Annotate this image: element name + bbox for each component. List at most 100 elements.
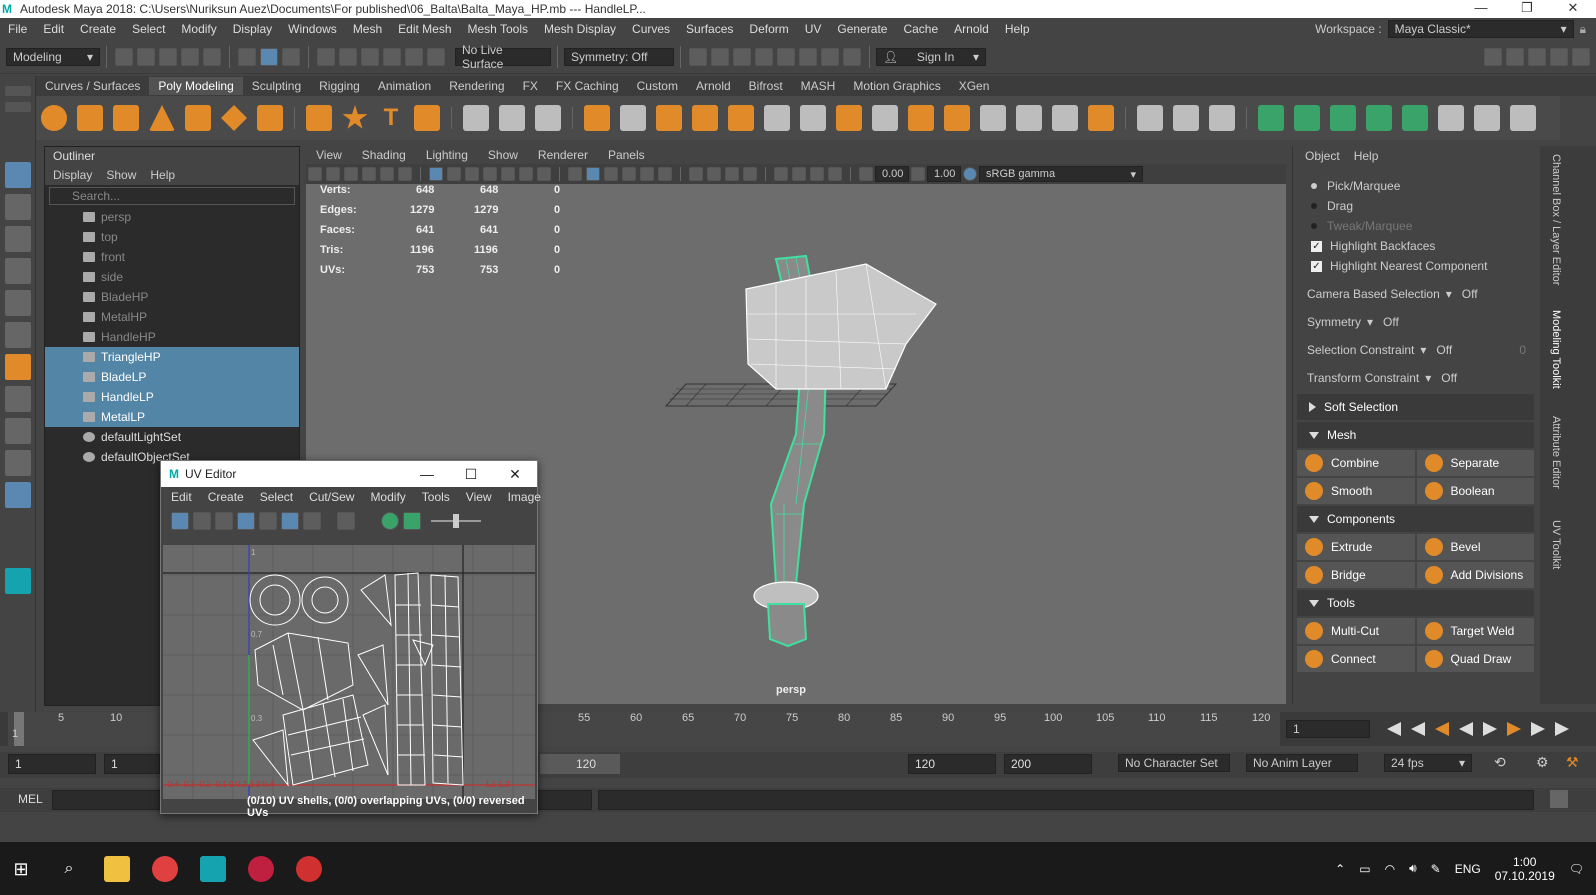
shelf-menu-icon[interactable] [5,86,31,96]
undo-icon[interactable] [181,47,199,66]
shadows-icon[interactable] [689,167,703,181]
combine-button[interactable]: Combine [1297,450,1415,476]
mel-label[interactable]: MEL [18,792,43,806]
radio-drag[interactable]: Drag [1293,196,1538,216]
outliner-item-metalhp[interactable]: MetalHP [45,307,299,327]
anim-prefs-icon[interactable]: ⚒︎ [1566,754,1579,771]
radio-pick-marquee[interactable]: Pick/Marquee [1293,176,1538,196]
poly-torus-icon[interactable] [185,105,211,131]
uv-grid-display-icon[interactable] [237,512,255,530]
hypershade-icon[interactable] [777,47,795,66]
extract-icon[interactable] [656,105,682,131]
battery-icon[interactable]: ▭ [1359,862,1370,876]
poly-cylinder-icon[interactable] [113,105,139,131]
tab-custom[interactable]: Custom [628,77,687,95]
setting-symmetry[interactable]: Symmetry ▾ Off [1293,308,1538,336]
mode-dropdown[interactable]: Modeling ▾ [6,47,100,66]
unfold-uv-icon[interactable] [1510,105,1536,131]
outliner-item-bladelp[interactable]: BladeLP [45,367,299,387]
platonic-solid-icon[interactable] [306,105,332,131]
menu-modify[interactable]: Modify [173,22,224,36]
fps-dropdown[interactable]: 24 fps ▾ [1384,754,1472,772]
show-hide-attribute-editor-icon[interactable] [1506,47,1524,66]
outliner-item-side[interactable]: side [45,267,299,287]
uv-editor-icon[interactable] [499,105,525,131]
tab-xgen[interactable]: XGen [950,77,999,95]
outliner-item-handlehp[interactable]: HandleHP [45,327,299,347]
smooth-button[interactable]: Smooth [1297,478,1415,504]
language-indicator[interactable]: ENG [1455,862,1481,876]
color-space-dropdown[interactable]: sRGB gamma ▾ [979,166,1143,182]
menu-windows[interactable]: Windows [280,22,345,36]
single-perspective-layout-icon[interactable] [5,386,31,412]
viewport-menu-panels[interactable]: Panels [598,146,655,164]
lasso-tool-icon[interactable] [5,194,31,220]
section-tools[interactable]: Tools [1297,590,1534,616]
substance-icon[interactable] [296,855,322,882]
shelf-settings-icon[interactable] [5,102,31,112]
viewport-menu-show[interactable]: Show [478,146,528,164]
section-components[interactable]: Components [1297,506,1534,532]
automatic-uv-icon[interactable] [1366,105,1392,131]
go-to-end-icon[interactable] [1555,722,1569,736]
outliner-item-trianglehp[interactable]: TriangleHP [45,347,299,367]
bevel-icon[interactable] [908,105,934,131]
section-soft-selection[interactable]: Soft Selection [1297,394,1534,420]
uv-unfold-icon[interactable] [535,105,561,131]
extrude-button[interactable]: Extrude [1297,534,1415,560]
file-explorer-icon[interactable] [104,855,130,882]
film-gate-icon[interactable] [447,167,461,181]
toolkit-menu-help[interactable]: Help [1354,146,1379,166]
snap-view-plane-icon[interactable] [383,47,401,66]
show-hide-modeling-toolkit-icon[interactable] [1484,47,1502,66]
ambient-occlusion-icon[interactable] [707,167,721,181]
redo-icon[interactable] [203,47,221,66]
symmetry-dropdown[interactable]: Symmetry: Off [564,47,674,66]
playback-start-field[interactable]: 1 [104,754,160,774]
multi-cut-button[interactable]: Multi-Cut [1297,618,1415,644]
bridge-button[interactable]: Bridge [1297,562,1415,588]
poke-icon[interactable] [980,105,1006,131]
menu-display[interactable]: Display [225,22,280,36]
map-uv-plane-icon[interactable] [1258,105,1284,131]
render-frame-icon[interactable] [711,47,729,66]
pause-icon[interactable] [843,47,861,66]
lock-icon[interactable]: 🔒︎ [1580,22,1586,37]
select-object-icon[interactable] [260,47,278,66]
uv-textured-icon[interactable] [381,512,399,530]
uv-editor-titlebar[interactable]: M UV Editor — ☐ ✕ [161,461,537,487]
show-hide-tool-settings-icon[interactable] [1528,47,1546,66]
menu-mesh-tools[interactable]: Mesh Tools [460,22,536,36]
uv-menu-view[interactable]: View [466,487,492,507]
step-back-frame-icon[interactable] [1435,722,1449,736]
motion-blur-icon[interactable] [725,167,739,181]
isolate-select-icon[interactable] [774,167,788,181]
extrude-icon[interactable] [944,105,970,131]
uv-menu-tools[interactable]: Tools [422,487,450,507]
uv-display-icon[interactable] [215,512,233,530]
uv-checker-icon[interactable] [281,512,299,530]
insert-edge-loop-icon[interactable] [1173,105,1199,131]
uv-menu-edit[interactable]: Edit [171,487,192,507]
textured-icon[interactable] [640,167,654,181]
map-uv-sphere-icon[interactable] [1330,105,1356,131]
step-forward-frame-icon[interactable] [1507,722,1521,736]
outliner-menu-show[interactable]: Show [106,165,136,185]
target-weld-button[interactable]: Target Weld [1416,618,1534,644]
auto-key-icon[interactable]: ⚙︎ [1536,754,1549,771]
default-material-icon[interactable] [604,167,618,181]
multi-cut-icon[interactable] [1137,105,1163,131]
tab-rendering[interactable]: Rendering [440,77,513,95]
new-scene-icon[interactable] [115,47,133,66]
uv-canvas[interactable]: 1 0.7 0.3 -0.4 -0.3 -0.2 -0.1 0 0.2 0.3 … [163,545,535,799]
poly-cube-icon[interactable] [77,105,103,131]
tab-channel-box[interactable]: Channel Box / Layer Editor [1550,154,1562,285]
uv-close-button[interactable]: ✕ [493,461,537,487]
uv-isolate-icon[interactable] [193,512,211,530]
tab-bifrost[interactable]: Bifrost [740,77,792,95]
menu-select[interactable]: Select [124,22,173,36]
outliner-item-persp[interactable]: persp [45,207,299,227]
character-set-dropdown[interactable]: No Character Set [1118,754,1230,772]
move-tool-icon[interactable] [5,258,31,284]
quad-draw-button[interactable]: Quad Draw [1416,646,1534,672]
